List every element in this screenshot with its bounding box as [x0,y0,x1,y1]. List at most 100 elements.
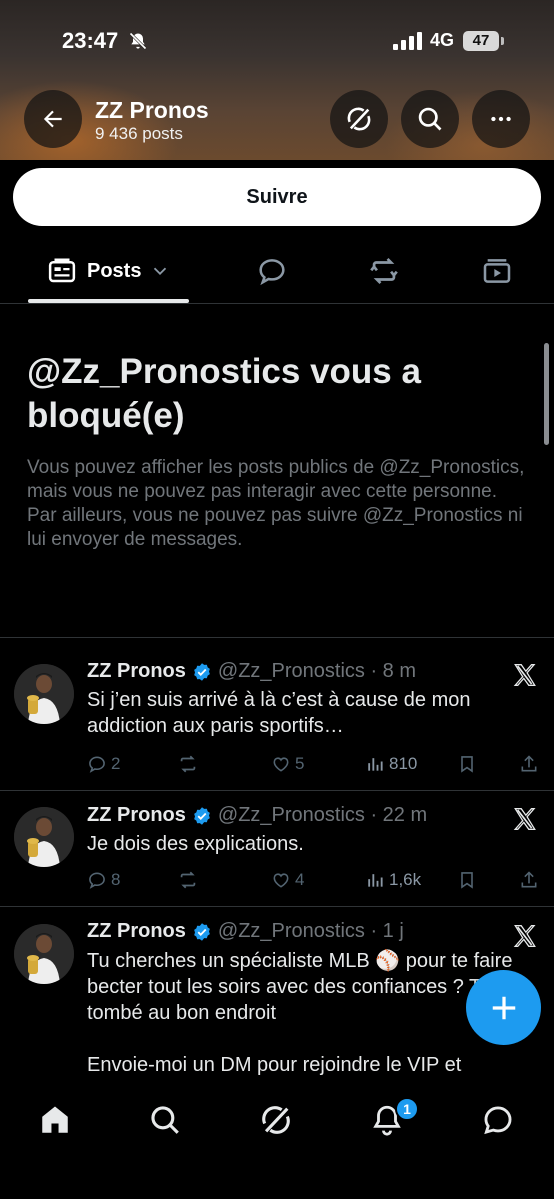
tab-media[interactable] [481,240,513,302]
like-count: 4 [295,870,305,889]
verified-badge-icon [194,662,210,681]
avatar[interactable] [14,924,74,984]
follow-button[interactable]: Suivre [13,168,541,226]
profile-tabs: Posts [0,240,554,304]
tweet-header: ZZ Pronos @Zz_Pronostics · 8 m [87,660,416,683]
reply-icon [89,872,105,889]
tweet-handle-time: @Zz_Pronostics · 8 m [217,660,417,682]
avatar[interactable] [14,807,74,867]
back-button[interactable] [24,90,82,148]
views-chart-icon [368,874,383,887]
share-action[interactable] [519,868,539,892]
scrollbar[interactable] [544,343,549,445]
compose-post-button[interactable] [466,970,541,1045]
grok-button[interactable] [330,90,388,148]
tweet-text: Si j’en suis arrivé à là c’est à cause d… [87,689,471,737]
bookmark-icon [461,872,473,889]
blocked-description: Vous pouvez afficher les posts publics d… [27,457,525,550]
video-icon [483,259,511,283]
tweet-actions: 2 5 810 [87,752,547,776]
reply-action[interactable]: 2 [87,752,120,776]
views-chart-icon [368,758,383,771]
verified-badge-icon [194,922,210,941]
plus-icon [492,996,515,1019]
reply-bubble-icon [259,259,285,286]
heart-icon [273,757,289,772]
bottom-navigation: 1 [0,1082,554,1199]
arrow-left-icon [43,110,62,128]
tweet-handle-time: @Zz_Pronostics · 22 m [217,804,428,826]
bookmark-icon [461,756,473,773]
repost-icon [370,258,398,284]
like-action[interactable]: 5 [271,752,304,776]
avatar-player-image [14,664,74,724]
repost-action[interactable] [177,868,199,892]
profile-name: ZZ Pronos [95,97,209,123]
repost-action[interactable] [177,752,199,776]
more-dots-icon [491,116,511,122]
reply-action[interactable]: 8 [87,868,120,892]
views-action[interactable]: 1,6k [365,868,421,892]
status-time: 23:47 [62,28,119,53]
share-action[interactable] [519,752,539,776]
tab-posts[interactable]: Posts [47,240,171,302]
grok-icon [262,1106,290,1134]
nav-messages[interactable] [478,1100,518,1140]
battery-cap [501,37,504,45]
nav-search[interactable] [145,1100,185,1140]
message-bubble-icon [484,1106,512,1135]
network-type: 4G [430,30,455,50]
tab-reposts[interactable] [367,240,401,302]
repost-icon [180,755,196,773]
tweet-header: ZZ Pronos @Zz_Pronostics · 1 j [87,920,404,943]
x-logo-icon[interactable] [512,923,538,949]
nav-home[interactable] [35,1100,75,1140]
search-icon [418,107,442,131]
tab-replies[interactable] [256,240,288,302]
x-logo-icon[interactable] [512,662,538,688]
tweet-author-name[interactable]: ZZ Pronos [87,804,186,827]
verified-badge-icon [194,806,210,825]
nav-grok[interactable] [256,1100,296,1140]
avatar-player-image [14,807,74,867]
tweet-actions: 8 4 1,6k [87,868,547,892]
bookmark-action[interactable] [457,752,477,776]
tweet-text: Je dois des explications. [87,833,304,855]
views-count: 810 [389,754,418,773]
active-tab-indicator [28,299,189,303]
tweet-author-name[interactable]: ZZ Pronos [87,660,186,683]
like-count: 5 [295,754,305,773]
blocked-title: @Zz_Pronostics vous a bloqué(e) [27,352,421,435]
search-button[interactable] [401,90,459,148]
repost-icon [180,871,196,889]
tweet-author-name[interactable]: ZZ Pronos [87,920,186,943]
like-action[interactable]: 4 [271,868,304,892]
views-action[interactable]: 810 [365,752,417,776]
bell-muted-icon [129,32,147,50]
chevron-down-icon [154,267,167,276]
bookmark-action[interactable] [457,868,477,892]
more-options-button[interactable] [472,90,530,148]
tab-posts-label: Posts [87,259,142,282]
reply-icon [89,756,105,773]
signal-icon [393,32,422,50]
heart-icon [273,873,289,888]
tweet-item[interactable]: ZZ Pronos @Zz_Pronostics · 8 m Si j’en s… [0,638,554,790]
reply-count: 8 [111,870,121,889]
share-icon [521,755,537,772]
status-bar: 23:47 4G 47 [0,22,554,62]
battery-level: 47 [463,31,499,51]
home-icon [42,1106,68,1133]
tweet-header: ZZ Pronos @Zz_Pronostics · 22 m [87,804,427,827]
grok-icon [347,107,371,131]
posts-count: 9 436 posts [95,124,183,143]
avatar-player-image [14,924,74,984]
search-icon [151,1106,179,1134]
posts-feed-icon [48,258,76,283]
reply-count: 2 [111,754,121,773]
share-icon [521,871,537,888]
tweet-item[interactable]: ZZ Pronos @Zz_Pronostics · 22 m Je dois … [0,791,554,906]
views-count: 1,6k [389,870,422,889]
avatar[interactable] [14,664,74,724]
x-logo-icon[interactable] [512,806,538,832]
